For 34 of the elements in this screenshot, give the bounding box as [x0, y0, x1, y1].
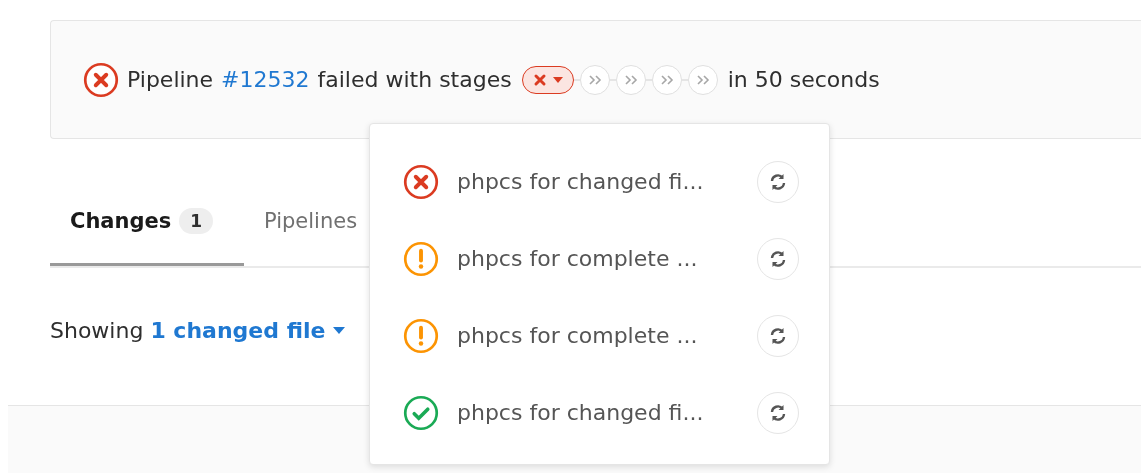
- tab[interactable]: Pipelines: [244, 179, 378, 266]
- summary-text: Showing: [50, 318, 144, 343]
- success-status-icon: [403, 394, 439, 431]
- retry-icon: [768, 325, 788, 346]
- retry-button[interactable]: [757, 160, 799, 203]
- changed-files-dropdown[interactable]: 1 changed file: [150, 318, 346, 343]
- job-name[interactable]: phpcs for changed fi...: [457, 169, 757, 194]
- pipeline-duration: in 50 seconds: [727, 67, 880, 92]
- caret-icon: [552, 76, 563, 83]
- tab[interactable]: Changes 1: [50, 179, 244, 266]
- pipeline-status-text: failed with stages: [317, 67, 512, 92]
- double-chevron-icon: [695, 73, 710, 86]
- retry-button[interactable]: [757, 237, 799, 280]
- warning-status-icon: [403, 240, 439, 277]
- close-icon: [532, 72, 547, 87]
- retry-icon: [768, 171, 788, 192]
- pipeline-link[interactable]: #12532: [221, 67, 310, 92]
- stage-dropdown-button[interactable]: [521, 65, 574, 94]
- caret-icon: [333, 327, 346, 334]
- job-name[interactable]: phpcs for complete ...: [457, 323, 757, 348]
- retry-icon: [768, 402, 788, 423]
- count-badge: 1: [179, 208, 214, 234]
- double-chevron-icon: [587, 73, 602, 86]
- pipeline-label: Pipeline: [127, 67, 214, 92]
- job-name[interactable]: phpcs for complete ...: [457, 246, 757, 271]
- double-chevron-icon: [623, 73, 638, 86]
- retry-button[interactable]: [757, 314, 799, 357]
- job-name[interactable]: phpcs for changed fi...: [457, 400, 757, 425]
- failed-status-icon: [403, 163, 439, 200]
- warning-status-icon: [403, 317, 439, 354]
- double-chevron-icon: [659, 73, 674, 86]
- retry-icon: [768, 248, 788, 269]
- retry-button[interactable]: [757, 391, 799, 434]
- failed-status-icon: [83, 61, 119, 98]
